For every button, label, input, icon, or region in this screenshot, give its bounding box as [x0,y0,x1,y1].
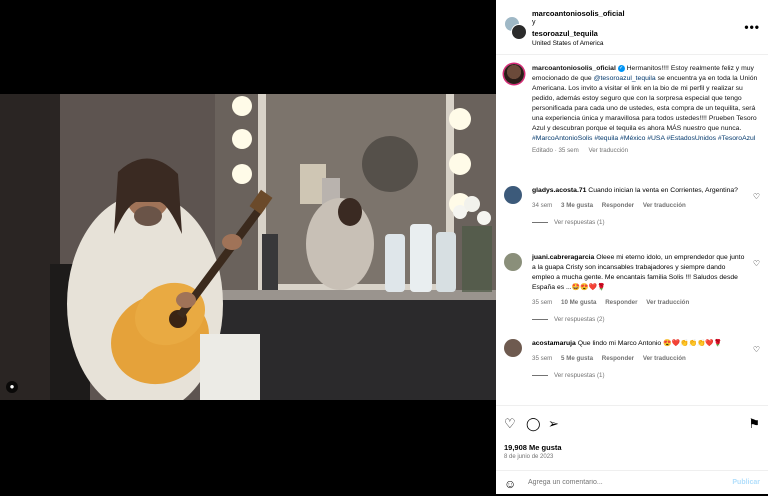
photo-illustration [0,94,496,400]
comment-likes[interactable]: 3 Me gusta [561,202,593,209]
person-tag-icon[interactable]: ● [6,381,18,393]
share-icon[interactable]: ➢ [548,416,559,432]
avatar[interactable] [504,339,522,357]
avatar[interactable] [504,64,524,84]
comment-text: acostamaruja Que lindo mi Marco Antonio … [532,339,748,349]
publish-button[interactable]: Publicar [732,479,760,486]
verified-badge-icon: ✓ [617,64,625,72]
caption-hashtags[interactable]: #MarcoAntonioSolis #tequila #México #USA… [532,135,755,142]
comment-icon[interactable]: ◯ [526,416,541,432]
comment-meta: 34 sem 3 Me gusta Responder Ver traducci… [532,202,762,209]
comment-time: 35 sem [532,355,553,362]
likes-count[interactable]: 19,908 Me gusta [504,443,562,452]
comment-username[interactable]: acostamaruja [532,340,576,347]
replies-divider [532,221,548,223]
translate-button[interactable]: Ver traducción [646,299,689,306]
comment-like-heart-icon[interactable]: ♡ [753,345,760,354]
caption-text: marcoantoniosolis_oficial ✓ Hermanitos!!… [532,64,762,144]
translate-button[interactable]: Ver traducción [643,202,686,209]
reply-button[interactable]: Responder [605,299,637,306]
avatar [511,24,527,40]
collaborator-username[interactable]: tesoroazul_tequila [532,29,598,38]
reply-button[interactable]: Responder [602,355,634,362]
comment-username[interactable]: gladys.acosta.71 [532,187,586,194]
caption-block: marcoantoniosolis_oficial ✓ Hermanitos!!… [504,64,762,154]
caption-meta: Editado · 35 sem Ver traducción [532,147,762,154]
like-heart-icon[interactable]: ♡ [504,416,516,432]
comment-like-heart-icon[interactable]: ♡ [753,192,760,201]
comment-meta: 35 sem 10 Me gusta Responder Ver traducc… [532,299,762,306]
caption-mention[interactable]: @tesoroazul_tequila [594,75,656,82]
comment-item: ♡ gladys.acosta.71 Cuando inician la ven… [504,186,762,226]
caption-translate[interactable]: Ver traducción [589,147,629,154]
comment-item: ♡ acostamaruja Que lindo mi Marco Antoni… [504,339,762,379]
comment-body: Cuando inician la venta en Corrientes, A… [588,187,738,194]
comment-username[interactable]: juani.cabreragarcia [532,254,594,261]
collab-avatars[interactable] [504,16,527,40]
replies-divider [532,318,548,320]
media-area: ● [0,0,496,494]
comment-input[interactable] [528,479,678,486]
caption-body-b: se encuentra ya en toda la Unión America… [532,75,758,132]
post-date: 8 de junio de 2023 [504,454,554,460]
avatar[interactable] [504,253,522,271]
comment-text: gladys.acosta.71 Cuando inician la venta… [532,186,748,196]
view-replies-label: Ver respuestas (2) [554,316,605,323]
instagram-post-viewer: ● marcoantoniosolis_oficial y tesoroazul… [0,0,768,494]
more-options-icon[interactable]: ••• [744,20,760,34]
save-bookmark-icon[interactable]: ⚑ [748,416,760,432]
comment-meta: 35 sem 5 Me gusta Responder Ver traducci… [532,355,762,362]
post-header: marcoantoniosolis_oficial y tesoroazul_t… [496,0,768,55]
comment-like-heart-icon[interactable]: ♡ [753,259,760,268]
conjunction-text: y [532,19,536,26]
location-link[interactable]: United States of America [532,40,604,47]
view-replies-label: Ver respuestas (1) [554,219,605,226]
view-replies-button[interactable]: Ver respuestas (1) [532,372,762,379]
view-replies-button[interactable]: Ver respuestas (2) [532,316,762,323]
comments-scroll-area[interactable]: marcoantoniosolis_oficial ✓ Hermanitos!!… [496,55,768,405]
replies-divider [532,374,548,376]
post-actions-bar: ♡ ◯ ➢ ⚑ 19,908 Me gusta 8 de junio de 20… [496,405,768,495]
avatar[interactable] [504,186,522,204]
comment-item: ♡ juani.cabreragarcia Oleee mi eterno id… [504,253,762,323]
comment-likes[interactable]: 5 Me gusta [561,355,593,362]
emoji-smile-icon[interactable]: ☺ [504,477,516,491]
comment-likes[interactable]: 10 Me gusta [561,299,596,306]
view-replies-label: Ver respuestas (1) [554,372,605,379]
add-comment-row: ☺ Publicar [496,470,768,496]
comment-time: 34 sem [532,202,553,209]
caption-edited: Editado · 35 sem [532,147,579,154]
post-photo[interactable]: ● [0,94,496,400]
caption-username[interactable]: marcoantoniosolis_oficial [532,65,616,72]
comment-time: 35 sem [532,299,553,306]
author-username[interactable]: marcoantoniosolis_oficial [532,9,625,18]
comment-text: juani.cabreragarcia Oleee mi eterno idol… [532,253,748,293]
reply-button[interactable]: Responder [602,202,634,209]
comment-body: Que lindo mi Marco Antonio 😍❤️👏👏👏❤️🌹 [577,340,723,347]
view-replies-button[interactable]: Ver respuestas (1) [532,219,762,226]
post-side-panel: marcoantoniosolis_oficial y tesoroazul_t… [496,0,768,494]
translate-button[interactable]: Ver traducción [643,355,686,362]
